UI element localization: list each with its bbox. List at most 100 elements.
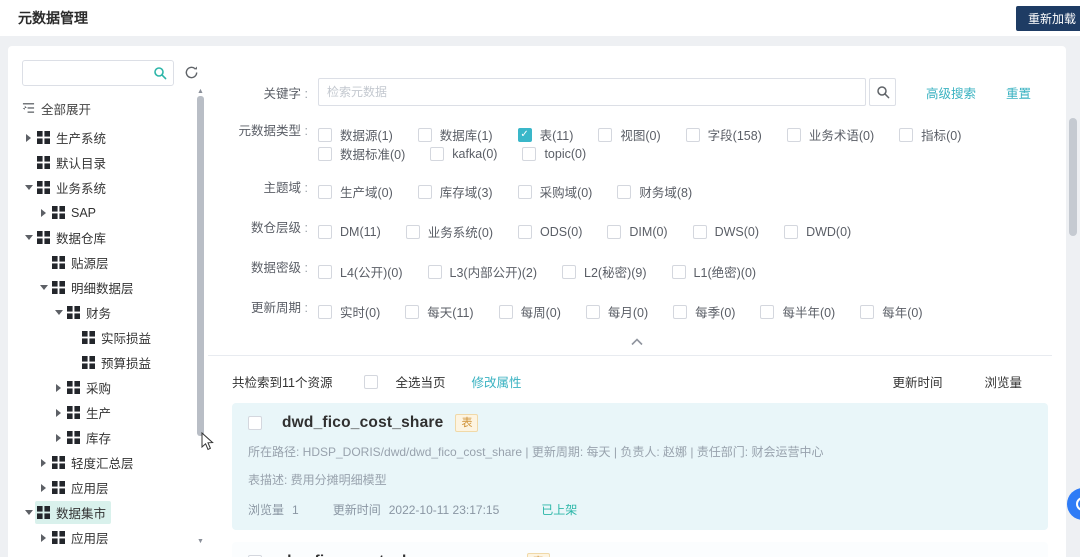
- tree-item[interactable]: 库存: [22, 425, 208, 450]
- tree-item[interactable]: 业务系统: [22, 175, 208, 200]
- filter-option[interactable]: kafka(0): [430, 144, 497, 163]
- tree-node[interactable]: 默认目录: [35, 151, 111, 174]
- filter-option[interactable]: 字段(158): [685, 125, 762, 144]
- filter-option[interactable]: 每周(0): [498, 302, 561, 321]
- checkbox-unchecked[interactable]: [607, 224, 622, 239]
- filter-option[interactable]: 数据库(1): [417, 125, 493, 144]
- filter-option[interactable]: 视图(0): [598, 125, 661, 144]
- tree-collapsed-arrow-icon[interactable]: [52, 433, 65, 442]
- filter-option[interactable]: 数据源(1): [318, 125, 393, 144]
- filter-option[interactable]: ODS(0): [518, 222, 582, 241]
- checkbox-unchecked[interactable]: [673, 304, 688, 319]
- scroll-down-icon[interactable]: ▼: [196, 538, 205, 546]
- checkbox-unchecked[interactable]: [318, 224, 332, 239]
- filter-option[interactable]: 每月(0): [585, 302, 648, 321]
- advanced-search-link[interactable]: 高级搜索: [926, 83, 976, 102]
- filter-option[interactable]: 每天(11): [405, 302, 474, 321]
- tree-node[interactable]: 轻度汇总层: [50, 451, 139, 474]
- tree-item[interactable]: 实际损益: [22, 325, 208, 350]
- tree-expanded-arrow-icon[interactable]: [22, 185, 35, 190]
- tree-item[interactable]: 数据集市: [22, 500, 208, 525]
- checkbox-unchecked[interactable]: [671, 264, 686, 279]
- filter-option[interactable]: 每季(0): [673, 302, 735, 321]
- tree-item[interactable]: 应用层: [22, 525, 208, 550]
- sort-by-update-time[interactable]: 更新时间: [892, 372, 942, 391]
- tree-item[interactable]: SAP: [22, 200, 208, 225]
- tree-item[interactable]: 轻度汇总层: [22, 450, 208, 475]
- result-title[interactable]: dm_fico_cost_share_summary: [282, 553, 515, 557]
- checkbox-unchecked[interactable]: [899, 127, 914, 142]
- checkbox-unchecked[interactable]: [318, 184, 332, 199]
- result-card[interactable]: dm_fico_cost_share_summary表所在路径: HDSP_DO…: [232, 542, 1048, 557]
- tree-node[interactable]: 数据仓库: [35, 226, 111, 249]
- checkbox-unchecked[interactable]: [860, 304, 875, 319]
- checkbox-unchecked[interactable]: [517, 184, 532, 199]
- checkbox-unchecked[interactable]: [518, 224, 533, 239]
- checkbox-unchecked[interactable]: [760, 304, 775, 319]
- checkbox-unchecked[interactable]: [498, 304, 513, 319]
- modify-attrs-link[interactable]: 修改属性: [472, 372, 522, 391]
- tree-node[interactable]: 业务系统: [35, 176, 111, 199]
- tree-search-input[interactable]: [30, 62, 154, 84]
- result-checkbox[interactable]: [248, 416, 262, 430]
- checkbox-unchecked[interactable]: [427, 264, 442, 279]
- filter-option[interactable]: 采购域(0): [517, 182, 592, 201]
- checkbox-unchecked[interactable]: [318, 264, 332, 279]
- tree-item[interactable]: 生产: [22, 400, 208, 425]
- filter-option[interactable]: L1(绝密)(0): [671, 262, 756, 281]
- tree-node[interactable]: 数据集市: [35, 501, 112, 524]
- result-title[interactable]: dwd_fico_cost_share: [282, 414, 443, 432]
- tree-item[interactable]: 默认目录: [22, 150, 208, 175]
- filter-option[interactable]: 库存域(3): [417, 182, 493, 201]
- scroll-up-icon[interactable]: ▲: [196, 88, 205, 96]
- filter-option[interactable]: 每年(0): [860, 302, 923, 321]
- window-scrollbar[interactable]: [1069, 60, 1077, 550]
- tree-expanded-arrow-icon[interactable]: [22, 235, 35, 240]
- tree-expanded-arrow-icon[interactable]: [52, 310, 65, 315]
- tree-node[interactable]: 应用层: [50, 526, 114, 549]
- checkbox-unchecked[interactable]: [585, 304, 600, 319]
- filter-option[interactable]: L4(公开)(0): [318, 262, 403, 281]
- filter-option[interactable]: 表(11): [517, 125, 573, 144]
- filter-option[interactable]: 财务域(8): [617, 182, 692, 201]
- tree-node[interactable]: 贴源层: [50, 251, 114, 274]
- checkbox-unchecked[interactable]: [405, 304, 420, 319]
- checkbox-unchecked[interactable]: [522, 146, 537, 161]
- checkbox-unchecked[interactable]: [598, 127, 613, 142]
- tree-collapsed-arrow-icon[interactable]: [37, 208, 50, 217]
- tree-collapsed-arrow-icon[interactable]: [37, 458, 50, 467]
- filter-option[interactable]: 数据标准(0): [318, 144, 405, 163]
- tree-node[interactable]: 明细数据层: [50, 276, 139, 299]
- tree-node[interactable]: 财务: [65, 301, 116, 324]
- filter-option[interactable]: L3(内部公开)(2): [427, 262, 537, 281]
- checkbox-checked[interactable]: [517, 127, 532, 142]
- checkbox-unchecked[interactable]: [692, 224, 707, 239]
- expand-all-button[interactable]: 全部展开: [22, 99, 208, 118]
- tree-collapsed-arrow-icon[interactable]: [22, 133, 35, 142]
- filter-option[interactable]: 每半年(0): [760, 302, 835, 321]
- window-scroll-thumb[interactable]: [1069, 118, 1077, 236]
- checkbox-unchecked[interactable]: [417, 127, 432, 142]
- tree-node[interactable]: 采购: [65, 376, 116, 399]
- tree-node[interactable]: 生产: [65, 401, 116, 424]
- checkbox-unchecked[interactable]: [417, 184, 432, 199]
- tree-collapsed-arrow-icon[interactable]: [52, 408, 65, 417]
- tree-node[interactable]: 应用层: [50, 476, 114, 499]
- tree-item[interactable]: 财务: [22, 300, 208, 325]
- tree-node[interactable]: SAP: [50, 204, 101, 222]
- filter-option[interactable]: DM(11): [318, 222, 381, 241]
- filter-option[interactable]: L2(秘密)(9): [562, 262, 647, 281]
- sort-by-views[interactable]: 浏览量: [984, 372, 1022, 391]
- filter-option[interactable]: 生产域(0): [318, 182, 393, 201]
- tree-node[interactable]: 预算损益: [80, 351, 156, 374]
- tree-item[interactable]: 明细数据层: [22, 275, 208, 300]
- sidebar-scroll-thumb[interactable]: [197, 96, 204, 436]
- filter-option[interactable]: DWD(0): [784, 222, 851, 241]
- tree-collapsed-arrow-icon[interactable]: [52, 383, 65, 392]
- checkbox-unchecked[interactable]: [430, 146, 445, 161]
- tree-item[interactable]: 贴源层: [22, 250, 208, 275]
- result-card[interactable]: dwd_fico_cost_share 表所在路径: HDSP_DORIS/dwd…: [232, 403, 1048, 530]
- checkbox-unchecked[interactable]: [784, 224, 799, 239]
- refresh-icon[interactable]: [184, 65, 199, 85]
- tree-expanded-arrow-icon[interactable]: [37, 285, 50, 290]
